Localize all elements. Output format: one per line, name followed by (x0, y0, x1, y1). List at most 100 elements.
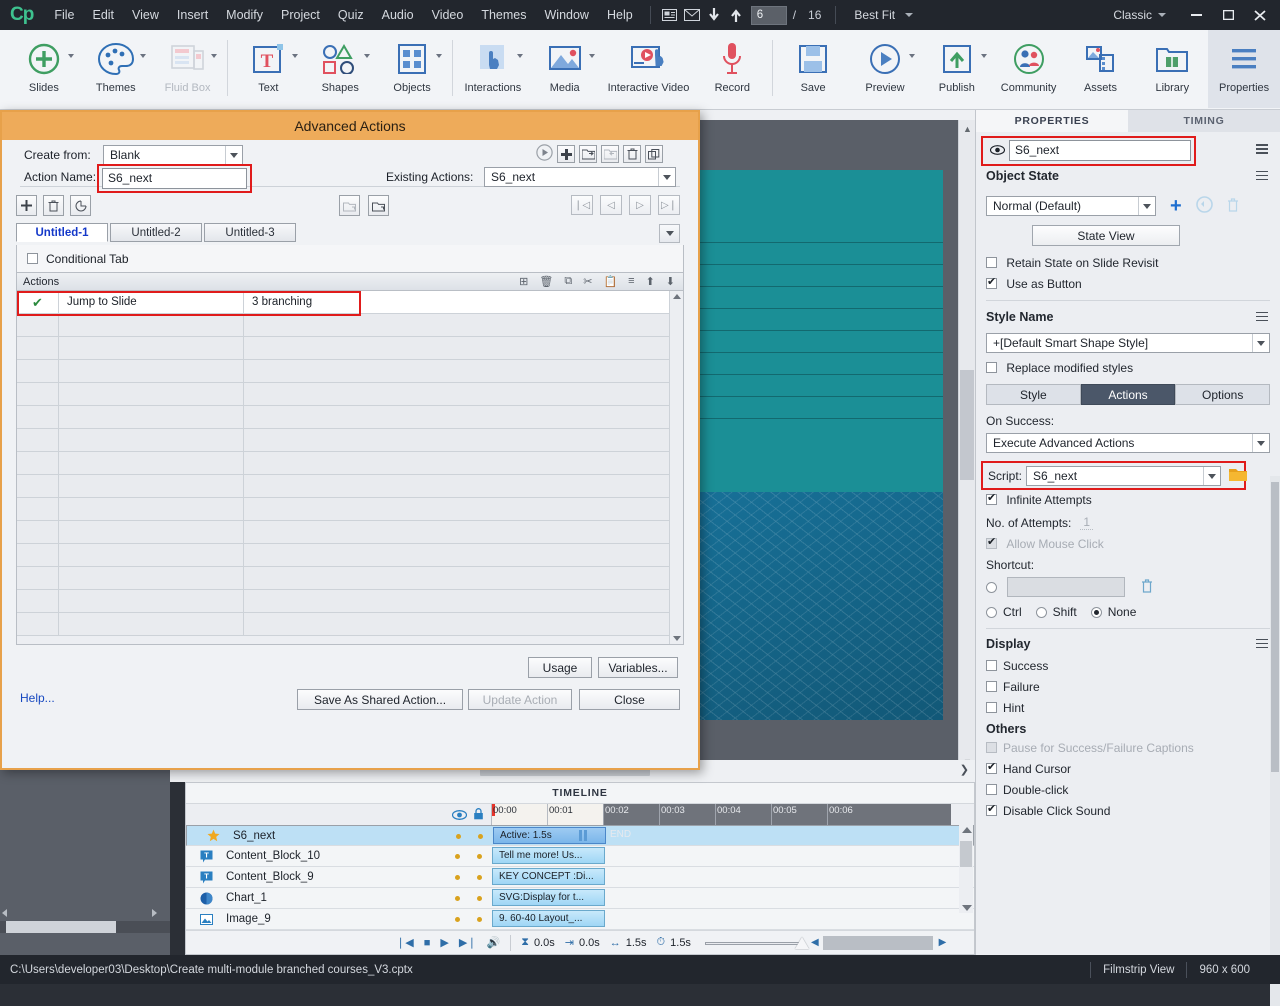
timeline-bar[interactable]: Tell me more! Us... (492, 847, 605, 864)
slide-properties-icon[interactable] (659, 4, 681, 26)
replace-styles-checkbox[interactable] (986, 362, 997, 373)
ribbon-properties[interactable]: Properties (1208, 30, 1280, 108)
delete-tab-icon[interactable] (43, 195, 64, 216)
delete-row-icon[interactable]: 🗑 (539, 275, 553, 288)
timeline-row[interactable]: TContent_Block_9KEY CONCEPT :Di... (186, 867, 974, 888)
action-tab-untitled-1[interactable]: Untitled-1 (16, 223, 108, 242)
last-icon[interactable]: ▷❘ (658, 195, 680, 215)
lock-dot[interactable] (477, 854, 482, 859)
go-to-start-icon[interactable]: ❘◀ (396, 936, 414, 949)
tab-timing[interactable]: TIMING (1128, 110, 1280, 132)
chevron-down-icon[interactable] (905, 13, 913, 17)
filmstrip-hscrollbar[interactable] (0, 921, 170, 933)
previous-slide-icon[interactable] (703, 4, 725, 26)
save-as-shared-action-button[interactable]: Save As Shared Action... (297, 689, 463, 710)
scroll-down-icon[interactable] (673, 636, 681, 641)
chevron-down-icon[interactable] (436, 54, 442, 58)
timeline-ruler[interactable]: 00:0000:0100:0200:0300:0400:0500:06 (491, 804, 951, 826)
reset-icon[interactable] (1196, 196, 1213, 216)
scrollbar-thumb[interactable] (1271, 482, 1279, 772)
menu-modify[interactable]: Modify (217, 0, 272, 30)
usage-button[interactable]: Usage (528, 657, 592, 678)
chevron-down-icon[interactable] (140, 54, 146, 58)
ribbon-slides[interactable]: Slides (8, 30, 80, 108)
state-view-button[interactable]: State View (1032, 225, 1180, 246)
style-name-select[interactable]: +[Default Smart Shape Style] (986, 333, 1270, 353)
object-state-menu-icon[interactable] (1254, 171, 1270, 182)
menu-audio[interactable]: Audio (373, 0, 423, 30)
ribbon-publish[interactable]: Publish (921, 30, 993, 108)
action-row-empty[interactable] (17, 521, 683, 544)
display-menu-icon[interactable] (1254, 639, 1270, 650)
stop-icon[interactable]: ■ (424, 937, 431, 949)
filmstrip-left-arrow-icon[interactable] (2, 909, 7, 917)
ribbon-media[interactable]: Media (529, 30, 601, 108)
action-row-empty[interactable] (17, 406, 683, 429)
no-of-attempts-value[interactable]: 1 (1080, 515, 1093, 530)
menu-view[interactable]: View (123, 0, 168, 30)
audio-icon[interactable]: 🔊 (487, 936, 501, 949)
timeline-vscrollbar[interactable] (959, 825, 973, 913)
copy-icon[interactable]: ⧉ (564, 275, 572, 288)
chevron-down-icon[interactable] (1252, 334, 1269, 352)
duplicate-icon[interactable] (645, 145, 663, 163)
paste-icon[interactable]: 📋 (603, 275, 617, 288)
preview-icon[interactable] (536, 144, 553, 164)
variables-button[interactable]: Variables... (598, 657, 678, 678)
object-state-select[interactable]: Normal (Default) (986, 196, 1156, 216)
scroll-left-icon[interactable]: ◀ (811, 937, 819, 948)
timeline-row[interactable]: Image_99. 60-40 Layout_... (186, 909, 974, 930)
actions-vscrollbar[interactable] (669, 291, 683, 644)
chevron-down-icon[interactable] (517, 54, 523, 58)
move-down-icon[interactable]: ⬇ (666, 275, 675, 288)
retain-state-checkbox[interactable] (986, 257, 997, 268)
scroll-up-icon[interactable] (962, 827, 972, 833)
timeline-panel[interactable]: TIMELINE 00:0000:0100:0200:0300:0400:050… (185, 782, 975, 955)
action-row-empty[interactable] (17, 475, 683, 498)
create-from-select[interactable]: Blank (103, 145, 243, 165)
on-success-select[interactable]: Execute Advanced Actions (986, 433, 1270, 453)
chevron-down-icon[interactable] (1203, 467, 1220, 485)
scrollbar-thumb[interactable] (960, 841, 972, 867)
scroll-right-icon[interactable]: ▶ (939, 937, 947, 948)
eye-icon[interactable] (452, 809, 467, 823)
shortcut-input[interactable] (1007, 577, 1125, 597)
action-row-empty[interactable] (17, 429, 683, 452)
action-tabs-overflow-icon[interactable] (659, 224, 680, 243)
hand-cursor-checkbox[interactable] (986, 763, 997, 774)
delete-icon[interactable] (623, 145, 641, 163)
segment-actions[interactable]: Actions (1081, 384, 1176, 405)
infinite-attempts-checkbox[interactable] (986, 494, 997, 505)
double-click-checkbox[interactable] (986, 784, 997, 795)
modifier-none-radio[interactable] (1091, 607, 1102, 618)
lock-dot[interactable] (477, 917, 482, 922)
segment-style[interactable]: Style (986, 384, 1081, 405)
cut-icon[interactable]: ✂ (583, 275, 592, 288)
action-row-empty[interactable] (17, 498, 683, 521)
close-button[interactable] (1244, 4, 1276, 26)
style-name-menu-icon[interactable] (1254, 312, 1270, 323)
action-row-empty[interactable] (17, 360, 683, 383)
disable-click-sound-checkbox[interactable] (986, 805, 997, 816)
plus-icon[interactable]: + (1170, 199, 1182, 213)
lock-dot[interactable] (477, 896, 482, 901)
scroll-up-icon[interactable] (673, 294, 681, 299)
folder-icon[interactable] (1229, 467, 1247, 485)
view-mode-label[interactable]: Filmstrip View (1103, 964, 1174, 976)
display-success-checkbox[interactable] (986, 660, 997, 671)
visibility-dot[interactable] (456, 834, 461, 839)
zoom-slider[interactable] (705, 938, 805, 948)
workspace-selector[interactable]: Classic (1113, 8, 1170, 22)
display-failure-checkbox[interactable] (986, 681, 997, 692)
timeline-hscrollbar[interactable] (823, 936, 933, 950)
timeline-bar[interactable]: SVG:Display for t... (492, 889, 605, 906)
maximize-button[interactable] (1212, 4, 1244, 26)
tab-properties[interactable]: PROPERTIES (976, 110, 1128, 132)
chevron-down-icon[interactable] (292, 54, 298, 58)
stage-vscrollbar[interactable]: ▲ ▼ (958, 120, 975, 770)
existing-actions-select[interactable]: S6_next (484, 167, 676, 187)
chevron-down-icon[interactable] (211, 54, 217, 58)
save-as-icon[interactable] (579, 145, 597, 163)
next-slide-icon[interactable] (725, 4, 747, 26)
action-row-empty[interactable] (17, 383, 683, 406)
